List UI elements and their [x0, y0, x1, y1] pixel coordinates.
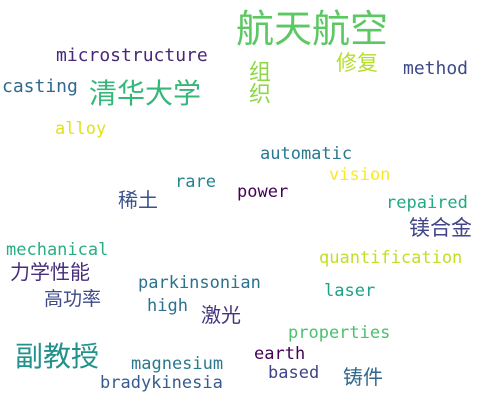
word-method: method — [403, 58, 469, 79]
word-alloy: alloy — [55, 119, 107, 139]
word-mechanical: mechanical — [6, 240, 109, 260]
word-meihejin: 镁合金 — [409, 216, 472, 240]
word-qinghua-daxue: 清华大学 — [89, 77, 202, 110]
word-properties: properties — [288, 323, 391, 343]
word-microstructure: microstructure — [56, 45, 208, 66]
word-quantification: quantification — [319, 248, 463, 268]
word-repaired: repaired — [386, 193, 468, 213]
word-earth: earth — [254, 344, 306, 364]
word-laser: laser — [324, 281, 376, 301]
word-xitu: 稀土 — [118, 188, 158, 212]
word-jiguang: 激光 — [201, 303, 241, 327]
word-cloud: 航天航空 microstructure 修复 method casting 清华… — [0, 0, 500, 400]
word-bradykinesia: bradykinesia — [100, 373, 223, 393]
word-fujiaoshou: 副教授 — [15, 340, 100, 373]
word-lixue-xingneng: 力学性能 — [10, 260, 90, 284]
word-casting: casting — [2, 76, 78, 97]
word-parkinsonian: parkinsonian — [138, 273, 261, 293]
word-vision: vision — [329, 165, 391, 185]
word-magnesium: magnesium — [131, 354, 224, 374]
word-zuzhi: 组织 — [245, 60, 270, 104]
word-hangtian-hangkong: 航天航空 — [236, 7, 389, 51]
word-high: high — [147, 296, 188, 316]
word-gaogonglv: 高功率 — [44, 288, 102, 310]
word-rare: rare — [175, 172, 216, 192]
word-zhujian: 铸件 — [343, 365, 383, 389]
word-based: based — [268, 363, 320, 383]
word-power: power — [237, 182, 289, 202]
word-xiufu: 修复 — [336, 51, 378, 75]
word-automatic: automatic — [260, 144, 353, 164]
